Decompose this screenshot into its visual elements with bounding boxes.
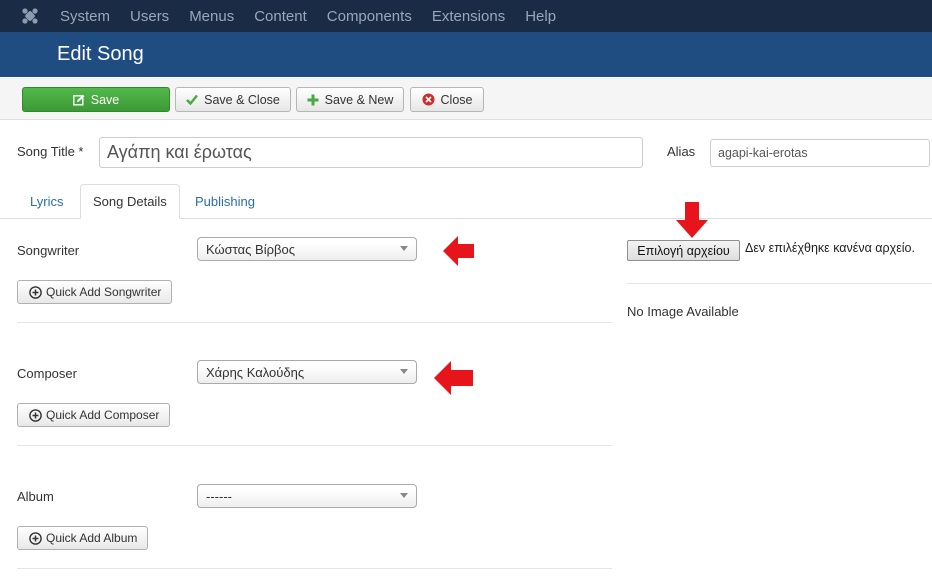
composer-label: Composer bbox=[17, 366, 77, 381]
close-label: Close bbox=[440, 92, 473, 107]
save-button[interactable]: Save bbox=[22, 87, 170, 112]
quick-add-songwriter-button[interactable]: Quick Add Songwriter bbox=[17, 280, 173, 304]
nav-help[interactable]: Help bbox=[525, 8, 556, 25]
chevron-down-icon bbox=[400, 493, 408, 498]
plus-circle-icon bbox=[29, 408, 42, 422]
divider bbox=[17, 568, 612, 569]
close-circle-icon bbox=[422, 93, 435, 106]
nav-menus[interactable]: Menus bbox=[189, 8, 234, 25]
songwriter-selected: Κώστας Βίρβος bbox=[206, 241, 295, 257]
nav-components[interactable]: Components bbox=[327, 8, 412, 25]
tab-song-details[interactable]: Song Details bbox=[80, 184, 180, 219]
alias-value: agapi-kai-erotas bbox=[718, 146, 808, 160]
no-file-chosen-text: Δεν επιλέχθηκε κανένα αρχείο. bbox=[745, 241, 915, 255]
album-label: Album bbox=[17, 489, 54, 504]
toolbar: Save Save & Close Save & New Close bbox=[0, 78, 932, 120]
red-left-arrow-icon bbox=[434, 361, 473, 395]
album-select[interactable]: ------ bbox=[197, 484, 417, 508]
choose-file-button[interactable]: Επιλογή αρχείου bbox=[627, 240, 740, 261]
checkmark-icon bbox=[186, 94, 199, 105]
divider bbox=[17, 445, 612, 446]
songwriter-label: Songwriter bbox=[17, 243, 80, 258]
save-new-button[interactable]: Save & New bbox=[296, 87, 404, 112]
song-title-value: Αγάπη και έρωτας bbox=[107, 142, 252, 162]
nav-content[interactable]: Content bbox=[254, 8, 307, 25]
composer-selected: Χάρης Καλούδης bbox=[206, 364, 305, 380]
choose-file-label: Επιλογή αρχείου bbox=[637, 243, 730, 258]
top-navigation: System Users Menus Content Components Ex… bbox=[0, 0, 932, 32]
page-title: Edit Song bbox=[57, 43, 144, 65]
nav-users[interactable]: Users bbox=[130, 8, 169, 25]
save-close-label: Save & Close bbox=[204, 92, 280, 107]
joomla-logo-icon[interactable] bbox=[0, 0, 60, 32]
chevron-down-icon bbox=[400, 246, 408, 251]
composer-select[interactable]: Χάρης Καλούδης bbox=[197, 360, 417, 384]
quick-add-songwriter-label: Quick Add Songwriter bbox=[46, 285, 162, 299]
close-button[interactable]: Close bbox=[410, 87, 484, 112]
tab-lyrics[interactable]: Lyrics bbox=[30, 184, 63, 219]
edit-icon bbox=[72, 94, 85, 106]
song-title-input[interactable]: Αγάπη και έρωτας bbox=[99, 137, 643, 168]
nav-extensions[interactable]: Extensions bbox=[432, 8, 505, 25]
tab-publishing[interactable]: Publishing bbox=[195, 184, 255, 219]
red-left-arrow-icon bbox=[443, 236, 474, 266]
quick-add-composer-label: Quick Add Composer bbox=[46, 408, 160, 422]
red-down-arrow-icon bbox=[676, 202, 708, 238]
chevron-down-icon bbox=[400, 369, 408, 374]
plus-circle-icon bbox=[29, 285, 42, 299]
divider bbox=[627, 283, 932, 284]
title-bar: Edit Song bbox=[0, 32, 932, 77]
plus-icon bbox=[307, 94, 319, 106]
save-new-label: Save & New bbox=[324, 92, 394, 107]
songwriter-select[interactable]: Κώστας Βίρβος bbox=[197, 237, 417, 261]
quick-add-composer-button[interactable]: Quick Add Composer bbox=[17, 403, 171, 427]
nav-system[interactable]: System bbox=[60, 8, 110, 25]
alias-label: Alias bbox=[667, 144, 696, 159]
save-close-button[interactable]: Save & Close bbox=[175, 87, 291, 112]
quick-add-album-label: Quick Add Album bbox=[46, 531, 138, 545]
song-title-label: Song Title * bbox=[17, 144, 84, 159]
alias-input[interactable]: agapi-kai-erotas bbox=[710, 139, 930, 167]
no-image-text: No Image Available bbox=[627, 304, 739, 319]
album-selected: ------ bbox=[206, 488, 232, 504]
divider bbox=[17, 322, 612, 323]
plus-circle-icon bbox=[29, 531, 42, 545]
quick-add-album-button[interactable]: Quick Add Album bbox=[17, 526, 149, 550]
save-label: Save bbox=[90, 92, 120, 107]
